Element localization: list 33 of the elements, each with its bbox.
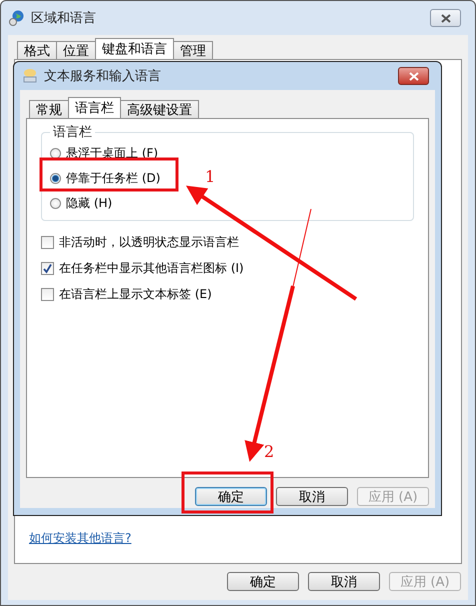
dialog-button[interactable]: 确定 bbox=[195, 487, 267, 506]
close-icon bbox=[440, 14, 450, 22]
radio-button[interactable] bbox=[50, 198, 61, 209]
window-title: 区域和语言 bbox=[31, 10, 96, 27]
dialog-title: 文本服务和输入语言 bbox=[44, 68, 161, 85]
option-label: 停靠于任务栏 (D) bbox=[66, 170, 160, 187]
radio-button[interactable] bbox=[50, 173, 61, 184]
radio-button[interactable] bbox=[50, 148, 61, 159]
tab[interactable]: 位置 bbox=[56, 41, 96, 59]
checkbox-label: 在语言栏上显示文本标签 (E) bbox=[59, 286, 212, 302]
checkbox[interactable] bbox=[41, 236, 54, 248]
checkbox-label: 非活动时，以透明状态显示语言栏 bbox=[59, 234, 239, 250]
tab[interactable]: 常规 bbox=[29, 100, 69, 118]
tab[interactable]: 键盘和语言 bbox=[95, 38, 174, 59]
close-button[interactable] bbox=[430, 9, 461, 27]
tab[interactable]: 语言栏 bbox=[68, 97, 121, 118]
checkbox-label: 在任务栏中显示其他语言栏图标 (I) bbox=[59, 260, 244, 276]
close-icon bbox=[408, 72, 418, 80]
step-number: 1 bbox=[205, 167, 216, 186]
checkbox[interactable] bbox=[41, 288, 54, 300]
tab[interactable]: 高级键设置 bbox=[120, 100, 199, 118]
tab[interactable]: 格式 bbox=[17, 41, 57, 59]
option-label: 隐藏 (H) bbox=[66, 195, 112, 212]
step-number: 2 bbox=[264, 442, 274, 461]
dialog-button[interactable]: 取消 bbox=[308, 572, 380, 591]
group-title: 语言栏 bbox=[52, 124, 93, 141]
checkbox[interactable] bbox=[41, 262, 54, 274]
globe-icon bbox=[9, 10, 25, 26]
tab[interactable]: 管理 bbox=[173, 41, 213, 59]
dialog-button[interactable]: 取消 bbox=[276, 487, 348, 506]
help-link[interactable]: 如何安装其他语言? bbox=[29, 530, 447, 547]
close-button[interactable] bbox=[398, 67, 429, 85]
dialog-button[interactable]: 确定 bbox=[227, 572, 299, 591]
